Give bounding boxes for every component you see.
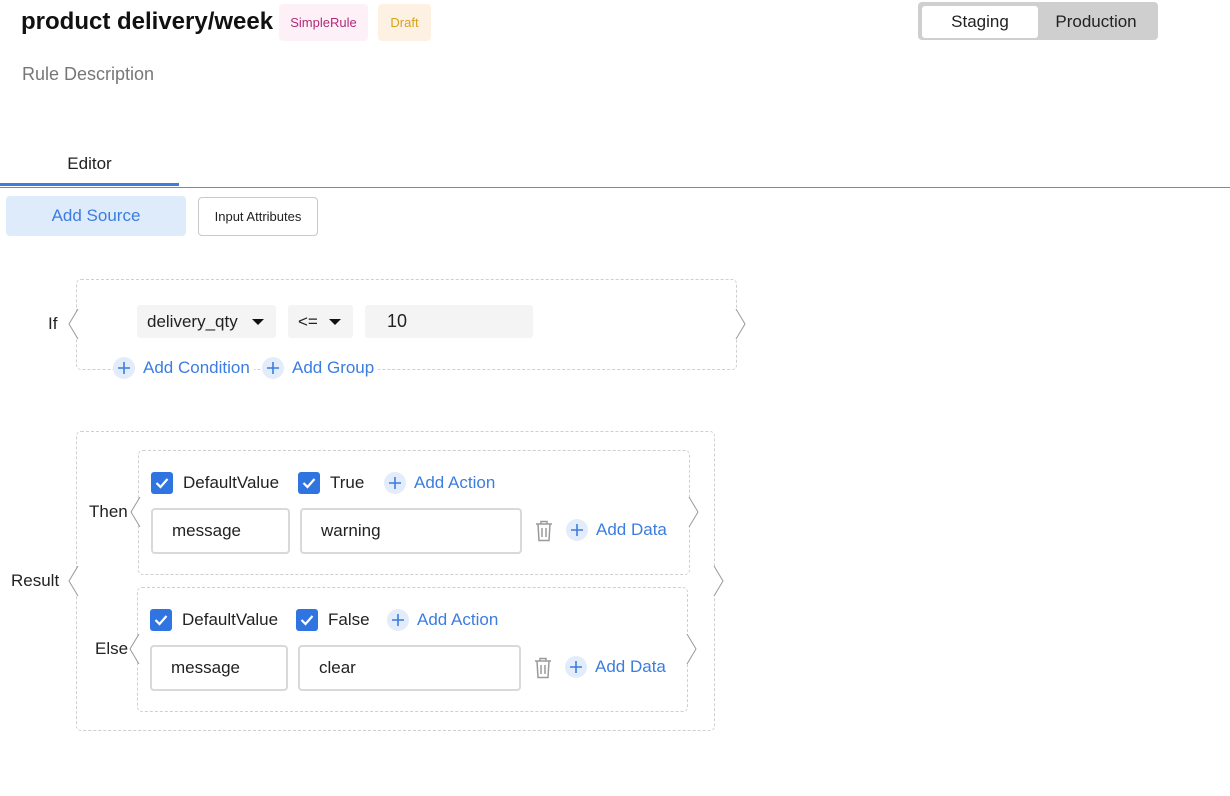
environment-toggle: Staging Production bbox=[918, 2, 1158, 40]
plus-icon bbox=[384, 472, 406, 494]
then-add-data-label: Add Data bbox=[596, 520, 667, 539]
then-key-input[interactable]: message bbox=[151, 508, 290, 554]
staging-toggle-button[interactable]: Staging bbox=[922, 6, 1038, 38]
then-default-value-checkbox[interactable] bbox=[151, 472, 173, 494]
plus-icon bbox=[565, 656, 587, 678]
else-label: Else bbox=[95, 639, 129, 658]
plus-icon bbox=[566, 519, 588, 541]
chevron-right-icon bbox=[713, 566, 724, 596]
else-default-value-label: DefaultValue bbox=[182, 610, 279, 629]
tab-active-indicator bbox=[0, 183, 179, 186]
add-condition-button[interactable]: Add Condition bbox=[113, 357, 254, 379]
chevron-left-icon bbox=[130, 497, 141, 527]
then-true-checkbox[interactable] bbox=[298, 472, 320, 494]
condition-operator-select[interactable]: <= bbox=[288, 305, 353, 338]
check-icon bbox=[154, 615, 168, 626]
condition-value-input[interactable]: 10 bbox=[365, 305, 533, 338]
check-icon bbox=[155, 478, 169, 489]
then-value-input[interactable]: warning bbox=[300, 508, 522, 554]
condition-operator-value: <= bbox=[298, 311, 318, 331]
rule-title: product delivery/week bbox=[21, 8, 274, 35]
else-add-data-button[interactable]: Add Data bbox=[565, 656, 666, 678]
add-group-button[interactable]: Add Group bbox=[262, 357, 379, 379]
rule-status-badge: Draft bbox=[378, 4, 431, 41]
chevron-left-icon bbox=[68, 309, 79, 339]
check-icon bbox=[302, 478, 316, 489]
plus-icon bbox=[387, 609, 409, 631]
trash-icon[interactable] bbox=[533, 657, 553, 679]
condition-field-value: delivery_qty bbox=[147, 311, 238, 331]
rule-type-badge: SimpleRule bbox=[279, 4, 368, 41]
then-add-action-label: Add Action bbox=[414, 473, 496, 492]
then-add-data-button[interactable]: Add Data bbox=[566, 519, 667, 541]
tab-editor[interactable]: Editor bbox=[0, 142, 179, 186]
else-add-data-label: Add Data bbox=[595, 657, 666, 676]
add-source-button[interactable]: Add Source bbox=[6, 196, 186, 236]
then-default-value-label: DefaultValue bbox=[183, 473, 280, 492]
condition-field-select[interactable]: delivery_qty bbox=[137, 305, 276, 338]
add-condition-label: Add Condition bbox=[143, 358, 250, 377]
add-group-label: Add Group bbox=[292, 358, 375, 377]
chevron-left-icon bbox=[68, 566, 79, 596]
else-default-value-checkbox[interactable] bbox=[150, 609, 172, 631]
else-value-input[interactable]: clear bbox=[298, 645, 521, 691]
if-label: If bbox=[48, 314, 58, 333]
plus-icon bbox=[262, 357, 284, 379]
chevron-left-icon bbox=[129, 634, 140, 664]
else-false-label: False bbox=[328, 610, 370, 629]
input-attributes-button[interactable]: Input Attributes bbox=[198, 197, 318, 236]
caret-down-icon bbox=[252, 319, 264, 325]
chevron-right-icon bbox=[686, 634, 697, 664]
then-true-label: True bbox=[330, 473, 365, 492]
plus-icon bbox=[113, 357, 135, 379]
tab-divider bbox=[0, 187, 1230, 188]
result-label: Result bbox=[11, 571, 60, 590]
trash-icon[interactable] bbox=[534, 520, 554, 542]
else-add-action-button[interactable]: Add Action bbox=[387, 609, 498, 631]
chevron-right-icon bbox=[688, 497, 699, 527]
then-add-action-button[interactable]: Add Action bbox=[384, 472, 495, 494]
check-icon bbox=[300, 615, 314, 626]
chevron-right-icon bbox=[735, 309, 746, 339]
else-key-input[interactable]: message bbox=[150, 645, 288, 691]
caret-down-icon bbox=[329, 319, 341, 325]
production-toggle-button[interactable]: Production bbox=[1038, 6, 1154, 38]
then-label: Then bbox=[89, 502, 128, 521]
rule-description[interactable]: Rule Description bbox=[22, 64, 154, 85]
else-add-action-label: Add Action bbox=[417, 610, 499, 629]
else-false-checkbox[interactable] bbox=[296, 609, 318, 631]
